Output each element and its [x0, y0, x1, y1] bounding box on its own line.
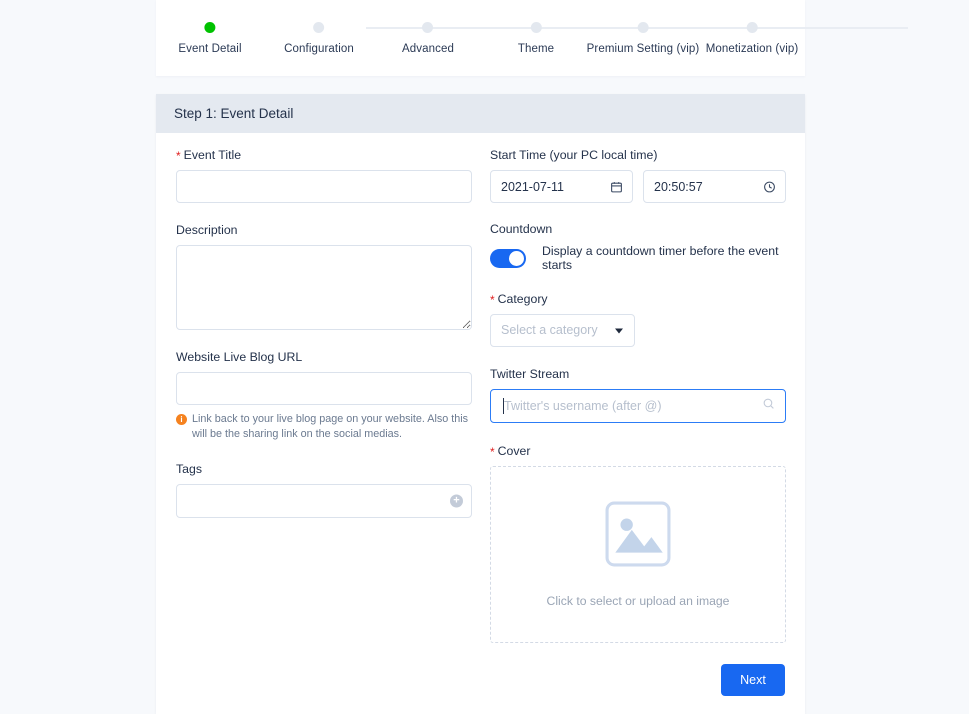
website-url-label: Website Live Blog URL: [176, 350, 303, 364]
step-dot-icon: [313, 22, 325, 33]
date-picker[interactable]: [490, 170, 633, 203]
description-label: Description: [176, 223, 238, 237]
stepper-step-label: Advanced: [402, 43, 454, 55]
event-detail-card: Step 1: Event Detail * Event Title Descri…: [156, 94, 805, 714]
stepper-step-monetization[interactable]: Monetization (vip): [706, 22, 799, 55]
date-input[interactable]: [490, 170, 633, 203]
field-countdown: Countdown Display a countdown timer befo…: [490, 221, 786, 272]
stepper-step-label: Monetization (vip): [705, 43, 799, 55]
twitter-stream-input-wrap: [490, 389, 786, 423]
stepper-step-configuration[interactable]: Configuration: [284, 22, 354, 55]
countdown-toggle[interactable]: [490, 248, 526, 268]
start-time-row: [490, 170, 786, 203]
step-dot-icon: [530, 22, 542, 33]
image-placeholder-icon: [605, 501, 671, 572]
description-textarea[interactable]: [176, 245, 472, 330]
stepper-card: Event Detail Configuration Advanced Them…: [156, 0, 908, 76]
chevron-down-icon: [615, 328, 623, 333]
countdown-description: Display a countdown timer before the eve…: [542, 244, 779, 272]
info-icon: i: [176, 413, 187, 425]
stepper-step-label: Configuration: [284, 43, 354, 55]
cover-caption: Click to select or upload an image: [546, 594, 730, 608]
page-title: Step 1: Event Detail: [174, 106, 294, 121]
search-icon: [762, 397, 775, 415]
form-column-right: Start Time (your PC local time) 2021-07-…: [490, 147, 786, 643]
website-url-input[interactable]: [176, 372, 472, 405]
countdown-label: Countdown: [490, 222, 553, 236]
event-title-label-text: Event Title: [183, 148, 242, 162]
stepper-step-event-detail[interactable]: Event Detail: [178, 22, 242, 55]
stepper-step-label: Event Detail: [178, 43, 242, 55]
required-asterisk: *: [490, 293, 495, 307]
step-dot-icon: [637, 22, 649, 33]
step-dot-icon: [204, 22, 216, 33]
event-title-label: * Event Title: [176, 147, 472, 163]
card-header: Step 1: Event Detail: [156, 94, 805, 133]
field-twitter-stream: Twitter Stream: [490, 366, 786, 423]
plus-circle-icon[interactable]: +: [450, 494, 463, 508]
page-root: Event Detail Configuration Advanced Them…: [0, 0, 969, 714]
text-cursor: [503, 398, 504, 414]
stepper-step-theme[interactable]: Theme: [518, 22, 554, 55]
website-url-hint-text: Link back to your live blog page on your…: [192, 413, 469, 440]
toggle-knob: [509, 250, 524, 266]
stepper: Event Detail Configuration Advanced Them…: [156, 0, 908, 76]
field-description: Description: [176, 222, 472, 335]
tags-input-wrap: +: [176, 484, 472, 518]
stepper-step-advanced[interactable]: Advanced: [402, 22, 454, 55]
required-asterisk: *: [490, 445, 495, 459]
countdown-toggle-row: Display a countdown timer before the eve…: [490, 244, 786, 272]
category-label: * Category: [490, 291, 786, 307]
cover-label-text: Cover: [497, 444, 531, 458]
twitter-stream-input[interactable]: [490, 389, 786, 423]
field-tags: Tags +: [176, 461, 472, 518]
field-cover: * Cover Click to select or upload an imag…: [490, 443, 786, 643]
step-dot-icon: [746, 22, 758, 33]
time-picker[interactable]: [643, 170, 786, 203]
next-button[interactable]: Next: [721, 664, 785, 696]
cover-label: * Cover: [490, 443, 786, 459]
stepper-step-label: Premium Setting (vip): [586, 43, 700, 55]
start-time-label: Start Time (your PC local time): [490, 148, 658, 162]
tags-label: Tags: [176, 462, 202, 476]
stepper-step-label: Theme: [517, 43, 555, 55]
category-label-text: Category: [497, 292, 548, 306]
event-title-input[interactable]: [176, 170, 472, 203]
field-event-title: * Event Title: [176, 147, 472, 203]
twitter-stream-label: Twitter Stream: [490, 367, 570, 381]
stepper-connector: [799, 27, 908, 29]
field-category: * Category Select a category: [490, 291, 786, 347]
stepper-step-premium-setting[interactable]: Premium Setting (vip): [587, 22, 700, 55]
step-dot-icon: [422, 22, 434, 33]
cover-dropzone[interactable]: Click to select or upload an image: [490, 466, 786, 643]
tags-input[interactable]: [176, 484, 472, 518]
required-asterisk: *: [176, 149, 181, 163]
category-select-value: Select a category: [490, 314, 635, 347]
time-input[interactable]: [643, 170, 786, 203]
form-column-left: * Event Title Description Website Live Bl…: [176, 147, 472, 518]
category-select[interactable]: Select a category: [490, 314, 635, 347]
website-url-hint: i Link back to your live blog page on yo…: [176, 412, 472, 441]
field-website-url: Website Live Blog URL i Link back to you…: [176, 349, 472, 441]
field-start-time: Start Time (your PC local time): [490, 147, 786, 203]
